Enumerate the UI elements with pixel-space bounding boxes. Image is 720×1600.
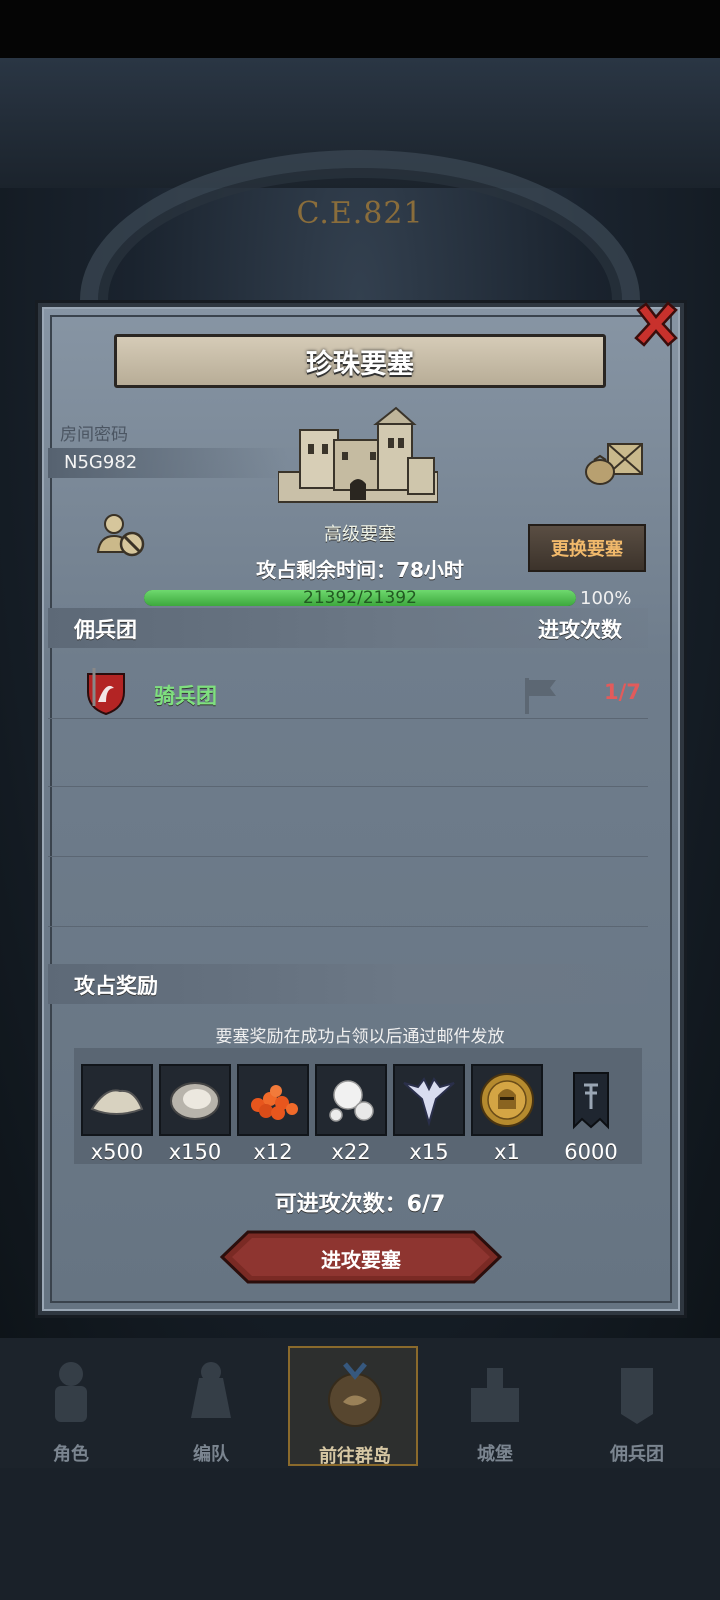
reward-slot	[237, 1064, 309, 1136]
close-button[interactable]	[630, 298, 682, 350]
room-code[interactable]: N5G982	[64, 452, 137, 473]
fortress-title: 珍珠要塞	[306, 348, 414, 380]
reward-item[interactable]	[555, 1064, 627, 1136]
close-icon	[634, 301, 678, 347]
fort-hp-percent: 100%	[580, 588, 632, 609]
fortress-castle-icon	[278, 406, 438, 503]
nav-label: 城堡	[477, 1444, 513, 1465]
status-bar	[0, 0, 720, 58]
reward-qty: x12	[253, 1140, 293, 1164]
change-fort-button[interactable]: 更换要塞	[528, 524, 646, 572]
attack-button-label: 进攻要塞	[321, 1248, 401, 1272]
attacks-header: 进攻次数	[538, 618, 622, 642]
row-divider	[48, 856, 648, 857]
mercenary-section-title: 佣兵团	[74, 618, 137, 642]
reward-slot	[315, 1064, 387, 1136]
nav-mercenary[interactable]: 佣兵团	[572, 1346, 702, 1466]
era-label: C.E.821	[296, 196, 424, 231]
castle-icon	[471, 1368, 519, 1422]
knight-coin-icon	[480, 1073, 534, 1127]
row-divider	[48, 926, 648, 927]
reward-note: 要塞奖励在成功占领以后通过邮件发放	[215, 1027, 505, 1047]
reward-slot	[159, 1064, 231, 1136]
reward-item[interactable]	[81, 1064, 153, 1136]
islands-icon	[328, 1362, 382, 1427]
reward-item[interactable]	[315, 1064, 387, 1136]
roe-icon	[251, 1085, 298, 1120]
nav-formation[interactable]: 编队	[146, 1346, 276, 1466]
nav-label: 角色	[53, 1444, 89, 1465]
row-divider	[48, 718, 648, 719]
attack-count: 可进攻次数：6/7	[274, 1192, 446, 1217]
reward-item[interactable]	[237, 1064, 309, 1136]
reward-qty: x500	[90, 1140, 144, 1164]
character-icon	[55, 1362, 87, 1422]
reward-slot	[555, 1064, 627, 1136]
reward-qty: 6000	[564, 1140, 618, 1164]
reward-item[interactable]	[393, 1064, 465, 1136]
pearl-icon	[329, 1080, 374, 1122]
sand-pile-icon	[90, 1089, 144, 1115]
nav-castle[interactable]: 城堡	[430, 1346, 560, 1466]
nav-label: 编队	[193, 1444, 229, 1465]
cavalry-shield-icon	[87, 668, 125, 716]
nav-label: 前往群岛	[319, 1446, 391, 1467]
room-code-label: 房间密码	[60, 425, 128, 445]
wing-emblem-icon	[403, 1077, 455, 1127]
reward-qty: x1	[494, 1140, 520, 1164]
reward-section-title: 攻占奖励	[74, 974, 158, 998]
reward-slot	[471, 1064, 543, 1136]
fort-hp-text: 21392/21392	[303, 588, 417, 608]
reward-qty: x22	[331, 1140, 371, 1164]
mercenary-icon	[621, 1368, 653, 1424]
mercenary-name[interactable]: 骑兵团	[154, 680, 217, 710]
supplies-icon[interactable]	[584, 438, 646, 486]
reward-qty: x15	[409, 1140, 449, 1164]
attack-fort-button[interactable]: 进攻要塞	[218, 1230, 504, 1284]
nav-character[interactable]: 角色	[6, 1346, 136, 1466]
oyster-icon	[170, 1082, 220, 1120]
flag-icon	[525, 678, 556, 714]
nav-islands[interactable]: 前往群岛	[288, 1346, 418, 1467]
nav-label: 佣兵团	[610, 1444, 664, 1465]
row-divider	[48, 786, 648, 787]
reward-slot	[81, 1064, 153, 1136]
title-banner: 珍珠要塞	[114, 334, 606, 388]
reward-slot	[393, 1064, 465, 1136]
mercenary-attacks: 1/7	[604, 680, 641, 704]
reward-item[interactable]	[159, 1064, 231, 1136]
bottom-bar-fill	[0, 1468, 720, 1600]
reward-qty: x150	[168, 1140, 222, 1164]
banner-icon	[573, 1072, 609, 1130]
change-fort-label: 更换要塞	[551, 539, 623, 560]
formation-icon	[191, 1362, 231, 1418]
reward-item[interactable]	[471, 1064, 543, 1136]
